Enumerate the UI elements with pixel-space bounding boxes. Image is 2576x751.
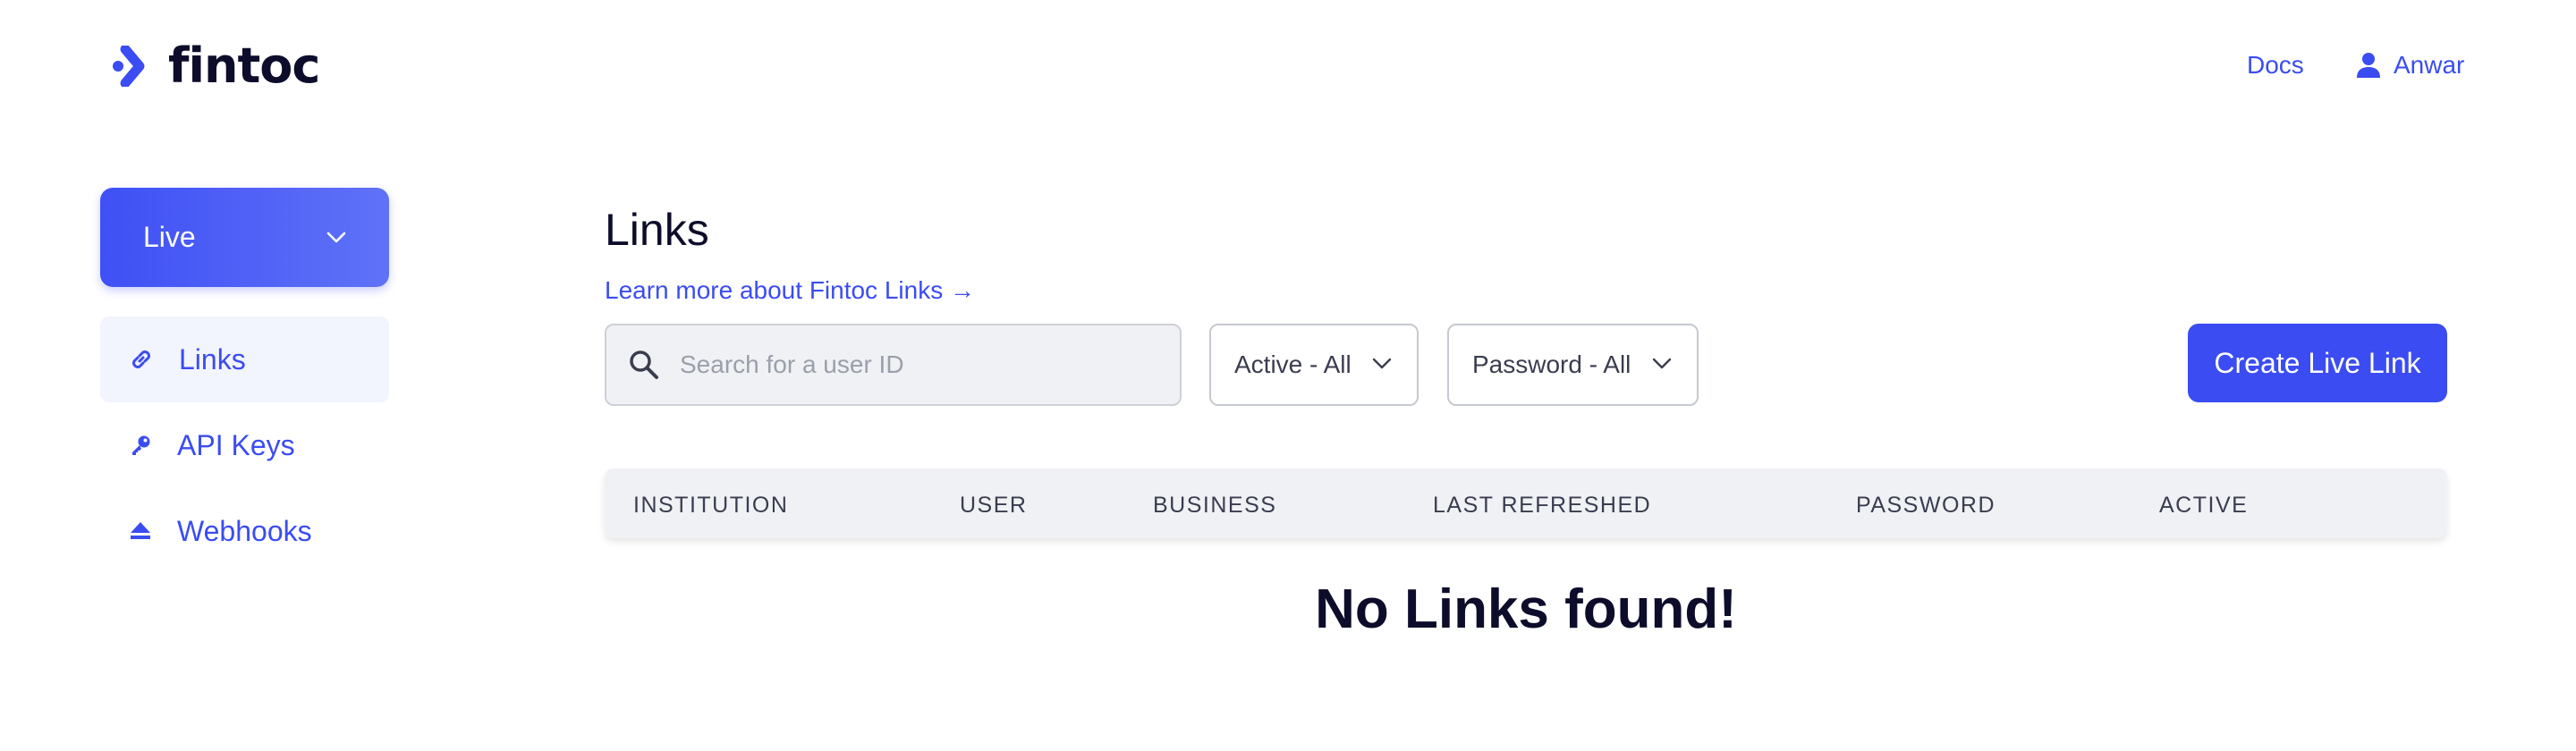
sidebar-item-label: API Keys [177, 428, 295, 461]
column-header-last-refreshed[interactable]: LAST REFRESHED [1433, 492, 1651, 519]
chevron-down-icon [1372, 358, 1392, 369]
column-header-user[interactable]: USER [960, 492, 1027, 519]
sidebar-item-api-keys[interactable]: API Keys [100, 402, 389, 488]
brand-name: fintoc [168, 38, 320, 94]
sidebar-item-links[interactable]: Links [100, 316, 389, 402]
eject-icon [131, 522, 150, 539]
active-filter-select[interactable]: Active - All [1209, 324, 1419, 406]
chevron-down-icon [326, 232, 346, 242]
user-name: Anwar [2394, 51, 2465, 79]
page-title: Links [605, 205, 709, 255]
fintoc-logo[interactable]: fintoc [113, 38, 320, 94]
column-header-business[interactable]: BUSINESS [1153, 492, 1276, 519]
environment-selector[interactable]: Live [100, 188, 389, 287]
create-live-link-button[interactable]: Create Live Link [2188, 324, 2447, 402]
user-icon [2357, 53, 2380, 78]
search-icon [630, 350, 658, 379]
fintoc-logo-icon [113, 46, 145, 87]
empty-state-message: No Links found! [1315, 578, 1737, 640]
password-filter-select[interactable]: Password - All [1447, 324, 1699, 406]
column-header-institution[interactable]: INSTITUTION [633, 492, 788, 519]
user-menu[interactable]: Anwar [2356, 50, 2464, 80]
search-input[interactable] [678, 350, 1147, 380]
chevron-down-icon [1652, 358, 1672, 369]
password-filter-value: Password - All [1472, 350, 1631, 378]
sidebar-item-label: Links [179, 342, 246, 376]
column-header-active[interactable]: ACTIVE [2159, 492, 2248, 519]
column-header-password[interactable]: PASSWORD [1856, 492, 1996, 519]
sidebar-item-label: Webhooks [177, 514, 312, 547]
search-box[interactable] [605, 324, 1182, 406]
learn-more-link[interactable]: Learn more about Fintoc Links → [605, 275, 975, 306]
key-icon [132, 435, 150, 455]
table-header: INSTITUTION USER BUSINESS LAST REFRESHED… [605, 468, 2447, 538]
link-icon [132, 350, 150, 368]
docs-link[interactable]: Docs [2247, 50, 2304, 80]
active-filter-value: Active - All [1234, 350, 1352, 378]
environment-label: Live [143, 221, 196, 253]
sidebar-item-webhooks[interactable]: Webhooks [100, 488, 389, 574]
